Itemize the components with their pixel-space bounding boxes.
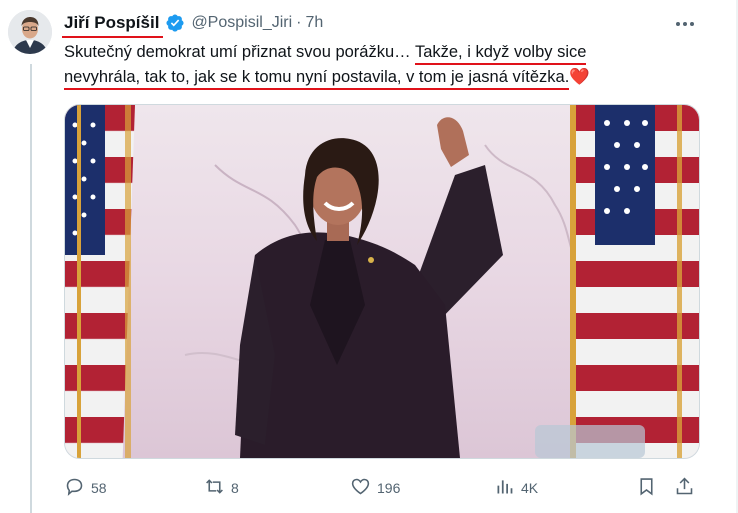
author-handle[interactable]: @Pospisil_Jiri (191, 14, 292, 32)
reply-icon (64, 476, 85, 500)
author-name[interactable]: Jiří Pospíšil (61, 13, 164, 38)
repost-button[interactable]: 8 (204, 476, 239, 500)
heart-emoji: ❤️ (569, 68, 590, 86)
repost-count: 8 (231, 480, 239, 496)
like-button[interactable]: 196 (350, 476, 400, 500)
avatar[interactable] (8, 10, 52, 54)
tweet-text-underlined-1: Takže, i když volby sice (414, 43, 587, 65)
like-count: 196 (377, 480, 401, 496)
reply-count: 58 (91, 480, 107, 496)
tweet-text-part1: Skutečný demokrat umí přiznat svou poráž… (64, 43, 415, 61)
tweet-actions: 58 8 196 4K (62, 472, 702, 502)
reply-button[interactable]: 58 (64, 476, 107, 500)
heart-icon (350, 476, 371, 500)
share-button[interactable] (674, 476, 695, 500)
share-icon (674, 476, 695, 500)
timestamp[interactable]: 7h (305, 14, 323, 32)
separator-dot: · (296, 14, 302, 31)
views-count: 4K (521, 480, 539, 496)
bookmark-button[interactable] (636, 476, 657, 500)
tweet-photo[interactable] (64, 104, 700, 459)
bookmark-icon (636, 476, 657, 500)
more-horizontal-icon[interactable] (672, 14, 698, 34)
left-flag-graphic (65, 105, 135, 458)
repost-icon (204, 476, 225, 500)
tweet-header: Jiří Pospíšil @Pospisil_Jiri · 7h (61, 12, 698, 38)
views-button[interactable]: 4K (494, 476, 538, 500)
views-icon (494, 476, 515, 500)
tweet-text-underlined-2: nevyhrála, tak to, jak se k tomu nyní po… (64, 68, 570, 90)
thread-line (30, 64, 32, 513)
tweet-text: Skutečný demokrat umí přiznat svou poráž… (64, 40, 684, 90)
verified-badge-icon (165, 13, 185, 33)
